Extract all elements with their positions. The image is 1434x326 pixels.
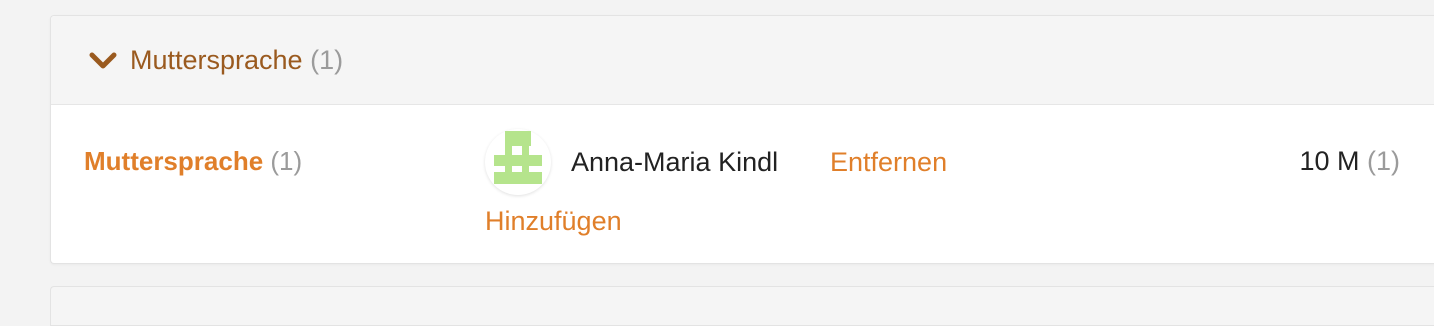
language-count: (1) — [270, 146, 303, 176]
size-info: 10 M (1) — [1299, 145, 1400, 177]
person-name: Anna-Maria Kindl — [571, 147, 779, 177]
section-title[interactable]: Muttersprache (1) — [130, 44, 343, 76]
remove-button[interactable]: Entfernen — [830, 146, 947, 178]
size-count: (1) — [1367, 146, 1400, 176]
add-button[interactable]: Hinzufügen — [485, 205, 622, 237]
size-value: 10 M — [1299, 146, 1360, 176]
chevron-down-icon[interactable] — [87, 50, 119, 72]
section-header[interactable]: Muttersprache (1) — [51, 16, 1434, 105]
avatar — [485, 129, 551, 195]
next-section-panel — [50, 286, 1434, 326]
language-section-panel: Muttersprache (1) Muttersprache (1) Anna… — [50, 15, 1434, 264]
user-avatar-icon — [494, 131, 542, 184]
section-count: (1) — [310, 45, 344, 75]
language-link[interactable]: Muttersprache — [84, 146, 263, 176]
row-label: Muttersprache (1) — [84, 145, 302, 177]
section-title-text[interactable]: Muttersprache — [130, 45, 303, 75]
